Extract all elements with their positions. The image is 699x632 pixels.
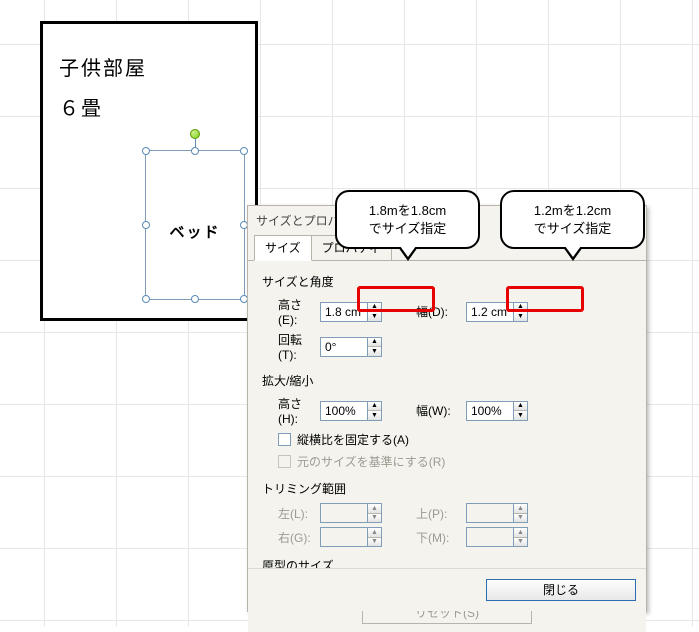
height-spin-down[interactable]: ▼ <box>368 311 381 321</box>
bed-shape[interactable]: ベッド <box>145 150 245 300</box>
tab-size[interactable]: サイズ <box>254 235 312 261</box>
crop-left-value <box>321 504 367 522</box>
crop-bottom-spin-down: ▼ <box>514 537 527 547</box>
crop-left-field: ▲ ▼ <box>320 503 382 523</box>
crop-left-spin-up: ▲ <box>368 504 381 513</box>
label-crop-top: 上(P): <box>416 505 466 522</box>
section-size-angle: サイズと角度 <box>262 273 632 290</box>
crop-right-spin-up: ▲ <box>368 528 381 537</box>
crop-bottom-spin-up: ▲ <box>514 528 527 537</box>
label-scale-width: 幅(W): <box>416 402 466 419</box>
label-relative-original: 元のサイズを基準にする(R) <box>297 453 445 470</box>
callout-height-line2: でサイズ指定 <box>369 221 447 236</box>
label-crop-right: 右(G): <box>262 529 320 546</box>
crop-bottom-field: ▲ ▼ <box>466 527 528 547</box>
scale-height-spin-down[interactable]: ▼ <box>368 410 381 420</box>
height-value[interactable]: 1.8 cm <box>321 303 367 321</box>
bed-label: ベッド <box>146 221 244 242</box>
crop-top-spin-up: ▲ <box>514 504 527 513</box>
width-spin-up[interactable]: ▲ <box>514 303 527 312</box>
callout-width-line2: でサイズ指定 <box>534 221 612 236</box>
label-height: 高さ(E): <box>262 296 320 327</box>
crop-right-value <box>321 528 367 546</box>
label-crop-bottom: 下(M): <box>416 529 466 546</box>
width-field[interactable]: 1.2 cm ▲ ▼ <box>466 302 528 322</box>
label-rotation: 回転(T): <box>262 331 320 362</box>
resize-handle-s[interactable] <box>191 295 199 303</box>
checkbox-relative-original <box>278 455 291 468</box>
callout-height: 1.8mを1.8cm でサイズ指定 <box>335 190 480 249</box>
rotation-spin-down[interactable]: ▼ <box>368 346 381 356</box>
resize-handle-sw[interactable] <box>142 295 150 303</box>
crop-top-spin-down: ▼ <box>514 513 527 523</box>
close-button[interactable]: 閉じる <box>486 579 636 601</box>
label-scale-height: 高さ(H): <box>262 395 320 426</box>
callout-width: 1.2mを1.2cm でサイズ指定 <box>500 190 645 249</box>
crop-top-value <box>467 504 513 522</box>
scale-width-spin-down[interactable]: ▼ <box>514 410 527 420</box>
callout-width-line1: 1.2mを1.2cm <box>534 203 611 218</box>
callout-height-line1: 1.8mを1.8cm <box>369 203 446 218</box>
scale-height-field[interactable]: 100% ▲ ▼ <box>320 401 382 421</box>
label-width: 幅(D): <box>416 303 466 320</box>
dialog-footer: 閉じる <box>248 568 646 611</box>
resize-handle-w[interactable] <box>142 221 150 229</box>
height-field[interactable]: 1.8 cm ▲ ▼ <box>320 302 382 322</box>
crop-bottom-value <box>467 528 513 546</box>
width-spin-down[interactable]: ▼ <box>514 311 527 321</box>
resize-handle-nw[interactable] <box>142 147 150 155</box>
section-scale: 拡大/縮小 <box>262 372 632 389</box>
label-lock-aspect: 縦横比を固定する(A) <box>297 431 409 448</box>
scale-height-value[interactable]: 100% <box>321 402 367 420</box>
size-properties-dialog: サイズとプロパティ サイズ プロパティ サイズと角度 高さ(E): 1.8 cm… <box>247 205 647 612</box>
checkbox-lock-aspect[interactable] <box>278 433 291 446</box>
resize-handle-ne[interactable] <box>240 147 248 155</box>
scale-width-spin-up[interactable]: ▲ <box>514 402 527 411</box>
room-mat-size: ６畳 <box>59 92 103 121</box>
scale-width-field[interactable]: 100% ▲ ▼ <box>466 401 528 421</box>
rotation-field[interactable]: 0° ▲ ▼ <box>320 337 382 357</box>
crop-top-field: ▲ ▼ <box>466 503 528 523</box>
room-title: 子供部屋 <box>59 52 147 81</box>
rotation-value[interactable]: 0° <box>321 338 367 356</box>
crop-right-spin-down: ▼ <box>368 537 381 547</box>
label-crop-left: 左(L): <box>262 505 320 522</box>
width-value[interactable]: 1.2 cm <box>467 303 513 321</box>
scale-height-spin-up[interactable]: ▲ <box>368 402 381 411</box>
crop-right-field: ▲ ▼ <box>320 527 382 547</box>
resize-handle-n[interactable] <box>191 147 199 155</box>
rotation-spin-up[interactable]: ▲ <box>368 338 381 347</box>
rotate-handle[interactable] <box>190 129 200 139</box>
rotate-stem <box>195 138 196 147</box>
height-spin-up[interactable]: ▲ <box>368 303 381 312</box>
section-crop: トリミング範囲 <box>262 480 632 497</box>
scale-width-value[interactable]: 100% <box>467 402 513 420</box>
crop-left-spin-down: ▼ <box>368 513 381 523</box>
